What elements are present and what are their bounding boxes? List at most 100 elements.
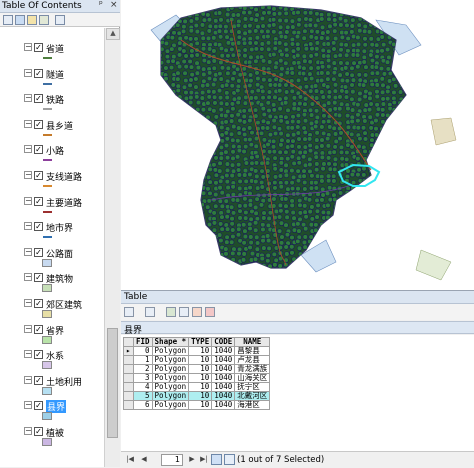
show-selected-records-button[interactable] bbox=[224, 454, 235, 465]
layer-item[interactable]: − ✓ 地市界 bbox=[0, 220, 104, 245]
toc-close-icon[interactable]: × bbox=[110, 0, 118, 10]
collapse-icon[interactable]: − bbox=[24, 119, 32, 128]
toc-pin-icon[interactable]: ᵖ bbox=[99, 0, 103, 10]
list-by-selection-icon[interactable] bbox=[39, 15, 49, 25]
line-symbol-icon[interactable] bbox=[43, 82, 52, 85]
layer-name[interactable]: 县乡道 bbox=[46, 119, 73, 132]
line-symbol-icon[interactable] bbox=[43, 159, 52, 162]
row-selector[interactable]: ▸ bbox=[123, 346, 134, 356]
cell-code[interactable]: 1040 bbox=[211, 400, 236, 410]
previous-record-icon[interactable]: ◀ bbox=[139, 455, 149, 465]
last-record-icon[interactable]: ▶| bbox=[199, 455, 209, 465]
row-selector[interactable] bbox=[123, 400, 134, 410]
cell-name[interactable]: 海港区 bbox=[234, 400, 271, 410]
scroll-thumb[interactable] bbox=[107, 328, 118, 438]
layer-item[interactable]: − ✓ 隧道 bbox=[0, 67, 104, 92]
layer-visibility-checkbox[interactable]: ✓ bbox=[34, 94, 43, 104]
map-view[interactable] bbox=[121, 0, 474, 290]
layer-visibility-checkbox[interactable]: ✓ bbox=[34, 375, 43, 385]
layer-item[interactable]: − ✓ 植被 bbox=[0, 425, 104, 450]
row-selector[interactable] bbox=[123, 373, 134, 383]
layer-item[interactable]: − ✓ 公路面 bbox=[0, 246, 104, 271]
toc-options-icon[interactable] bbox=[55, 15, 65, 25]
layer-name[interactable]: 支线道路 bbox=[46, 170, 82, 183]
layer-item[interactable]: − ✓ 县乡道 bbox=[0, 118, 104, 143]
layer-name[interactable]: 小路 bbox=[46, 144, 64, 157]
line-symbol-icon[interactable] bbox=[43, 57, 52, 59]
layer-name[interactable]: 地市界 bbox=[46, 221, 73, 234]
fill-symbol-icon[interactable] bbox=[42, 412, 52, 421]
line-symbol-icon[interactable] bbox=[43, 133, 52, 136]
fill-symbol-icon[interactable] bbox=[42, 310, 52, 318]
layer-name[interactable]: 隧道 bbox=[46, 68, 64, 81]
layer-name[interactable]: 铁路 bbox=[46, 93, 64, 106]
cell-shape[interactable]: Polygon bbox=[151, 400, 190, 410]
layer-item[interactable]: − ✓ 省界 bbox=[0, 323, 104, 348]
layer-visibility-checkbox[interactable]: ✓ bbox=[34, 401, 43, 411]
layer-visibility-checkbox[interactable]: ✓ bbox=[34, 324, 43, 334]
layer-item[interactable]: − ✓ 建筑物 bbox=[0, 271, 104, 296]
collapse-icon[interactable]: − bbox=[24, 171, 32, 179]
next-record-icon[interactable]: ▶ bbox=[187, 455, 197, 465]
cell-fid[interactable]: 6 bbox=[133, 400, 153, 410]
collapse-icon[interactable]: − bbox=[24, 222, 32, 231]
layer-item[interactable]: − ✓ 铁路 bbox=[0, 92, 104, 117]
fill-symbol-icon[interactable] bbox=[42, 361, 52, 370]
list-by-source-icon[interactable] bbox=[15, 15, 25, 25]
layer-visibility-checkbox[interactable]: ✓ bbox=[34, 273, 43, 283]
line-symbol-icon[interactable] bbox=[43, 185, 52, 187]
collapse-icon[interactable]: − bbox=[24, 427, 32, 435]
list-by-drawing-order-icon[interactable] bbox=[3, 15, 13, 25]
row-selector[interactable] bbox=[123, 382, 134, 392]
switch-selection-icon[interactable] bbox=[179, 307, 189, 317]
collapse-icon[interactable]: − bbox=[24, 94, 32, 103]
delete-selected-icon[interactable] bbox=[205, 307, 215, 317]
line-symbol-icon[interactable] bbox=[43, 210, 52, 213]
collapse-icon[interactable]: − bbox=[24, 68, 32, 77]
layer-item[interactable]: − ✓ 土地利用 bbox=[0, 374, 104, 399]
table-row[interactable]: 6 Polygon 10 1040 海港区 bbox=[123, 400, 271, 410]
layer-item[interactable]: − ✓ 主要道路 bbox=[0, 195, 104, 220]
row-selector[interactable] bbox=[123, 391, 134, 401]
collapse-icon[interactable]: − bbox=[24, 273, 32, 282]
layer-name[interactable]: 省道 bbox=[46, 42, 64, 55]
layer-visibility-checkbox[interactable]: ✓ bbox=[34, 299, 43, 308]
collapse-icon[interactable]: − bbox=[24, 401, 32, 410]
toc-scrollbar[interactable]: ▲ bbox=[104, 28, 120, 467]
show-all-records-button[interactable] bbox=[211, 454, 222, 465]
collapse-icon[interactable]: − bbox=[24, 43, 32, 51]
layer-visibility-checkbox[interactable]: ✓ bbox=[34, 350, 43, 360]
fill-symbol-icon[interactable] bbox=[42, 386, 52, 395]
related-tables-icon[interactable] bbox=[145, 307, 155, 317]
select-by-attributes-icon[interactable] bbox=[166, 307, 176, 317]
cell-type[interactable]: 10 bbox=[188, 400, 213, 410]
fill-symbol-icon[interactable] bbox=[42, 258, 52, 267]
layer-item[interactable]: − ✓ 省道 bbox=[0, 41, 104, 66]
first-record-icon[interactable]: |◀ bbox=[125, 455, 135, 465]
fill-symbol-icon[interactable] bbox=[42, 438, 52, 446]
layer-visibility-checkbox[interactable]: ✓ bbox=[34, 427, 43, 436]
collapse-icon[interactable]: − bbox=[24, 324, 32, 333]
row-selector[interactable] bbox=[123, 364, 134, 374]
layer-visibility-checkbox[interactable]: ✓ bbox=[34, 145, 43, 155]
layer-item[interactable]: − ✓ 县界 bbox=[0, 399, 104, 424]
collapse-icon[interactable]: − bbox=[24, 196, 32, 205]
fill-symbol-icon[interactable] bbox=[42, 284, 52, 293]
layer-item[interactable]: − ✓ 郊区建筑 bbox=[0, 297, 104, 322]
layer-item[interactable]: − ✓ 支线道路 bbox=[0, 169, 104, 194]
layer-visibility-checkbox[interactable]: ✓ bbox=[34, 171, 43, 180]
layer-visibility-checkbox[interactable]: ✓ bbox=[34, 68, 43, 78]
layer-visibility-checkbox[interactable]: ✓ bbox=[34, 222, 43, 232]
layer-item[interactable]: − ✓ 水系 bbox=[0, 348, 104, 373]
collapse-icon[interactable]: − bbox=[24, 375, 32, 384]
list-by-visibility-icon[interactable] bbox=[27, 15, 37, 25]
line-symbol-icon[interactable] bbox=[43, 236, 52, 239]
collapse-icon[interactable]: − bbox=[24, 299, 32, 307]
table-options-icon[interactable] bbox=[124, 307, 134, 317]
line-symbol-icon[interactable] bbox=[43, 108, 52, 111]
row-selector[interactable] bbox=[123, 355, 134, 365]
layer-name[interactable]: 主要道路 bbox=[46, 196, 82, 209]
map-canvas[interactable] bbox=[121, 0, 474, 290]
clear-selection-icon[interactable] bbox=[192, 307, 202, 317]
layer-visibility-checkbox[interactable]: ✓ bbox=[34, 43, 43, 52]
